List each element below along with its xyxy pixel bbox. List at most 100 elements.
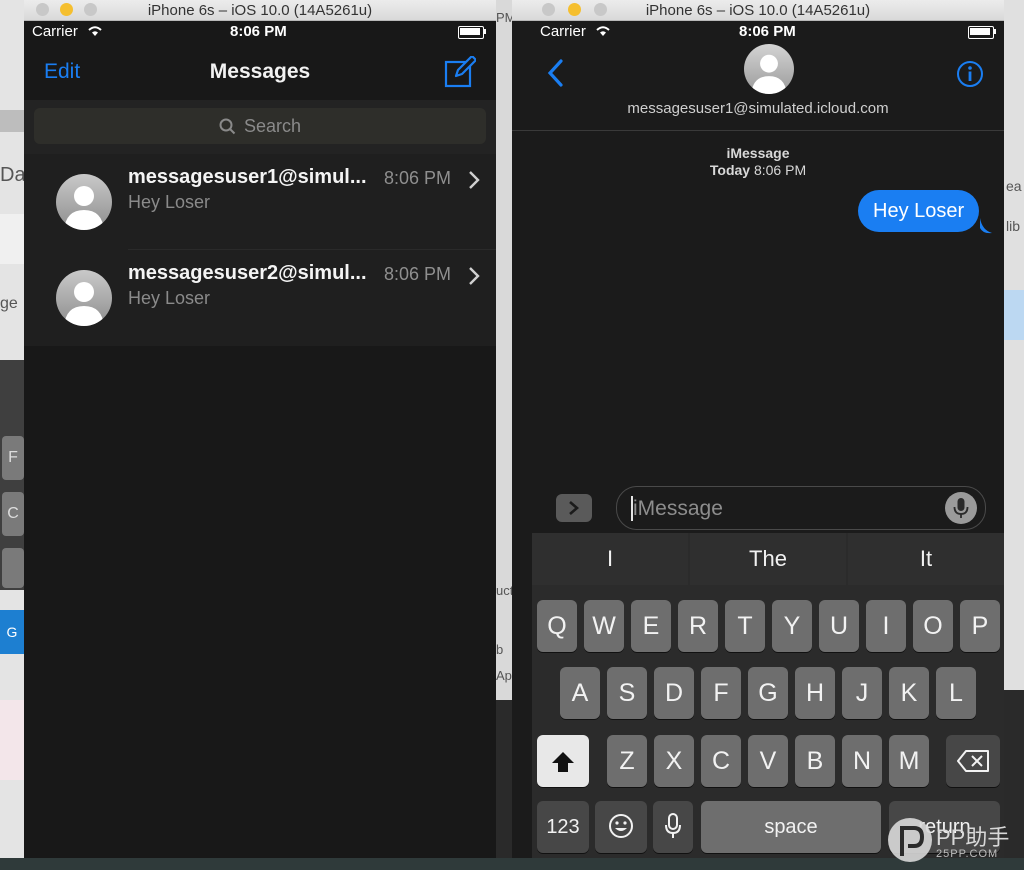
backdrop-right-window: ea lib xyxy=(1004,0,1024,870)
key-i[interactable]: I xyxy=(866,600,906,652)
navigation-bar: Edit Messages xyxy=(24,44,496,100)
backdrop-text: Ap xyxy=(496,668,512,683)
chevron-right-icon xyxy=(469,171,480,189)
battery-tip xyxy=(994,29,996,34)
suggestion[interactable]: It xyxy=(848,533,1004,585)
key-o[interactable]: O xyxy=(913,600,953,652)
dictation-button[interactable] xyxy=(945,492,977,524)
battery-icon xyxy=(968,26,994,39)
shift-arrow-icon xyxy=(552,752,574,772)
conversation-preview: Hey Loser xyxy=(128,192,211,212)
key-w[interactable]: W xyxy=(584,600,624,652)
wifi-icon xyxy=(596,26,610,36)
conversation-preview: Hey Loser xyxy=(128,288,211,308)
status-time: 8:06 PM xyxy=(230,23,287,40)
avatar xyxy=(56,270,112,326)
key-v[interactable]: V xyxy=(748,735,788,787)
conversation-header: messagesuser1@simulated.icloud.com xyxy=(512,44,1004,131)
backdrop-strip xyxy=(0,700,24,780)
contact-email[interactable]: messagesuser1@simulated.icloud.com xyxy=(512,100,1004,117)
timestamp-time: 8:06 PM xyxy=(753,162,807,178)
expand-apps-button[interactable] xyxy=(556,494,592,522)
minimize-window-button[interactable] xyxy=(568,3,581,16)
conversation-row[interactable]: messagesuser2@simul... 8:06 PM Hey Loser xyxy=(24,250,496,346)
key-n[interactable]: N xyxy=(842,735,882,787)
back-chevron-icon[interactable] xyxy=(546,58,564,88)
key-k[interactable]: K xyxy=(889,667,929,719)
timestamp-day: Today xyxy=(709,162,751,178)
backspace-icon xyxy=(957,750,989,772)
key-m[interactable]: M xyxy=(889,735,929,787)
suggestion[interactable]: I xyxy=(532,533,688,585)
backdrop-key: C xyxy=(2,492,24,536)
key-l[interactable]: L xyxy=(936,667,976,719)
key-y[interactable]: Y xyxy=(772,600,812,652)
window-titlebar[interactable]: iPhone 6s – iOS 10.0 (14A5261u) xyxy=(512,0,1004,21)
message-input[interactable]: iMessage xyxy=(616,486,986,530)
backdrop-text: b xyxy=(496,642,504,657)
key-r[interactable]: R xyxy=(678,600,718,652)
chevron-right-icon xyxy=(469,267,480,285)
key-z[interactable]: Z xyxy=(607,735,647,787)
conversation-row[interactable]: messagesuser1@simul... 8:06 PM Hey Loser xyxy=(24,154,496,250)
search-placeholder: Search xyxy=(243,115,302,136)
avatar xyxy=(56,174,112,230)
person-icon xyxy=(751,54,787,94)
person-icon xyxy=(64,282,104,326)
backdrop-key: F xyxy=(2,436,24,480)
backdrop-strip xyxy=(1004,290,1024,340)
keyboard: I The It Q W E R T Y U I O P A S D F G H… xyxy=(532,533,1004,858)
backdrop-strip xyxy=(0,214,24,264)
key-p[interactable]: P xyxy=(960,600,1000,652)
backdrop-middle-window: PM ucts b Ap Fo xyxy=(496,0,520,870)
key-s[interactable]: S xyxy=(607,667,647,719)
watermark-site: 25PP.COM xyxy=(936,848,999,860)
key-q[interactable]: Q xyxy=(537,600,577,652)
delete-key[interactable] xyxy=(946,735,1000,787)
zoom-window-button[interactable] xyxy=(84,3,97,16)
key-j[interactable]: J xyxy=(842,667,882,719)
backdrop-key xyxy=(2,548,24,588)
suggestion[interactable]: The xyxy=(690,533,846,585)
key-d[interactable]: D xyxy=(654,667,694,719)
key-h[interactable]: H xyxy=(795,667,835,719)
message-bubble-outgoing[interactable]: Hey Loser xyxy=(858,190,980,232)
backdrop-strip xyxy=(496,700,512,858)
close-window-button[interactable] xyxy=(36,3,49,16)
person-icon xyxy=(64,186,104,230)
key-x[interactable]: X xyxy=(654,735,694,787)
carrier-label: Carrier xyxy=(540,23,612,40)
status-time: 8:06 PM xyxy=(739,23,796,40)
conversation-name: messagesuser1@simul... xyxy=(128,166,367,188)
dictation-key[interactable] xyxy=(653,801,693,853)
backdrop-text: lib xyxy=(1006,218,1021,234)
zoom-window-button[interactable] xyxy=(594,3,607,16)
search-bar: Search xyxy=(24,100,496,154)
status-bar: Carrier 8:06 PM xyxy=(24,20,496,44)
contact-avatar[interactable] xyxy=(744,44,794,94)
close-window-button[interactable] xyxy=(542,3,555,16)
key-a[interactable]: A xyxy=(560,667,600,719)
minimize-window-button[interactable] xyxy=(60,3,73,16)
simulator-window-conversation: iPhone 6s – iOS 10.0 (14A5261u) Carrier … xyxy=(512,0,1004,858)
compose-icon[interactable] xyxy=(444,56,476,88)
numbers-key[interactable]: 123 xyxy=(537,801,589,853)
key-g[interactable]: G xyxy=(748,667,788,719)
backdrop-left-window: Da ge F C G xyxy=(0,0,26,870)
emoji-key[interactable] xyxy=(595,801,647,853)
key-b[interactable]: B xyxy=(795,735,835,787)
wifi-icon xyxy=(88,26,102,36)
key-u[interactable]: U xyxy=(819,600,859,652)
info-icon[interactable] xyxy=(956,60,984,88)
key-f[interactable]: F xyxy=(701,667,741,719)
shift-key[interactable] xyxy=(537,735,589,787)
key-t[interactable]: T xyxy=(725,600,765,652)
search-input[interactable]: Search xyxy=(34,108,486,144)
key-e[interactable]: E xyxy=(631,600,671,652)
desktop-dock-strip xyxy=(0,858,1024,870)
simulator-window-messages-list: iPhone 6s – iOS 10.0 (14A5261u) Carrier … xyxy=(24,0,496,858)
backdrop-text: ea xyxy=(1006,178,1022,194)
page-title: Messages xyxy=(209,60,311,83)
space-key[interactable]: space xyxy=(701,801,881,853)
key-c[interactable]: C xyxy=(701,735,741,787)
